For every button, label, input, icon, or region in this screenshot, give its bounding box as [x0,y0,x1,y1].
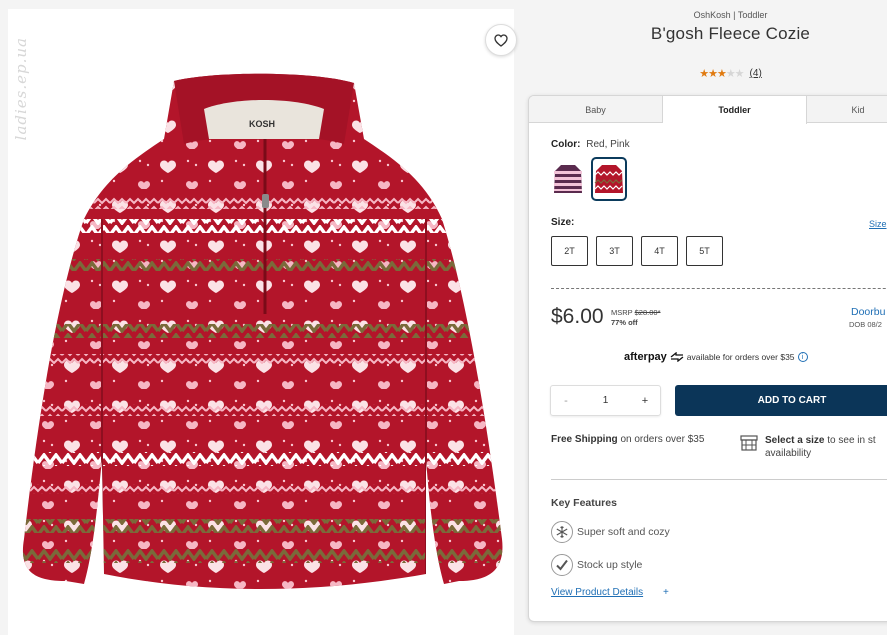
snowflake-icon [551,521,573,543]
tab-kid[interactable]: Kid [807,96,887,123]
size-chart-link[interactable]: Size [869,219,887,229]
deal-date: DOB 08/2 [849,320,882,329]
tab-toddler[interactable]: Toddler [663,96,807,124]
size-5t-button[interactable]: 5T [686,236,723,266]
store-availability: Select a size to see in st availability [765,434,887,460]
red-sweater-thumbnail [594,165,623,193]
feature-item: Stock up style [551,554,642,576]
shipping-info: Free Shipping on orders over $35 [551,434,704,445]
heart-icon [494,33,508,47]
brand-line[interactable]: OshKosh | Toddler [528,10,887,20]
product-page: ladies.ep.ua KOSH OshKosh | Toddler B'go… [0,0,887,635]
red-pink-swatch[interactable] [591,157,627,201]
store-icon [740,435,758,451]
afterpay-row: afterpay available for orders over $35 i [624,351,808,363]
product-image-panel: ladies.ep.ua KOSH [8,9,517,635]
msrp-value: $28.00* [634,308,661,317]
feature-item: Super soft and cozy [551,521,670,543]
store-text-rest: to see in st [827,435,876,446]
star-rating-icon: ★★★★★ [699,68,744,80]
quantity-stepper: - + [550,385,661,416]
size-label: Size: [551,217,575,228]
svg-text:KOSH: KOSH [249,119,275,129]
quantity-input[interactable] [590,395,621,406]
product-title: B'gosh Fleece Cozie [650,24,811,43]
size-4t-button[interactable]: 4T [641,236,678,266]
afterpay-arrows-icon [670,352,684,362]
color-row: Color: Red, Pink [551,139,630,150]
afterpay-text: available for orders over $35 [686,352,795,362]
size-3t-button[interactable]: 3T [596,236,633,266]
feature-text: Stock up style [577,559,643,571]
size-range-tabs: Baby Toddler Kid [529,96,887,124]
discount-percent: 77% off [611,318,638,327]
view-product-details-link[interactable]: View Product Details [551,587,643,598]
sale-price: $6.00 [551,305,604,328]
striped-sweater-thumbnail [554,165,582,193]
tab-baby[interactable]: Baby [529,96,663,123]
product-image[interactable]: KOSH [14,69,512,589]
quantity-decrease-button[interactable]: - [559,395,573,407]
select-size-label: Select a size [765,435,825,446]
info-icon[interactable]: i [797,352,808,362]
expand-plus-icon[interactable]: + [663,587,669,598]
wishlist-button[interactable] [485,24,517,56]
dashed-divider [551,288,887,289]
msrp-label: MSRP [611,308,633,317]
key-features-title: Key Features [551,497,617,509]
msrp-block: MSRP $28.00* 77% off [611,308,661,328]
stripe-purple-swatch[interactable] [551,158,585,200]
product-options-card: Baby Toddler Kid Color: Red, Pink Size: … [528,95,887,622]
quantity-increase-button[interactable]: + [638,395,652,407]
store-text-line2: availability [765,448,812,459]
size-options: 2T 3T 4T 5T [551,236,723,266]
rating: ★★★★★ (4) [528,67,887,80]
size-2t-button[interactable]: 2T [551,236,588,266]
reviews-link[interactable]: (4) [750,68,762,79]
free-shipping-label: Free Shipping [551,434,618,445]
feature-text: Super soft and cozy [577,526,670,538]
color-value: Red, Pink [586,139,630,150]
deal-title[interactable]: Doorbu [851,306,885,318]
color-swatches [551,157,627,201]
add-to-cart-button[interactable]: ADD TO CART [675,385,887,416]
shipping-threshold: on orders over $35 [620,434,705,445]
section-divider [551,479,887,480]
afterpay-logo: afterpay [624,351,667,363]
add-to-cart-label: ADD TO CART [757,395,827,406]
checkmark-icon [551,554,573,576]
color-label: Color: [551,139,581,150]
